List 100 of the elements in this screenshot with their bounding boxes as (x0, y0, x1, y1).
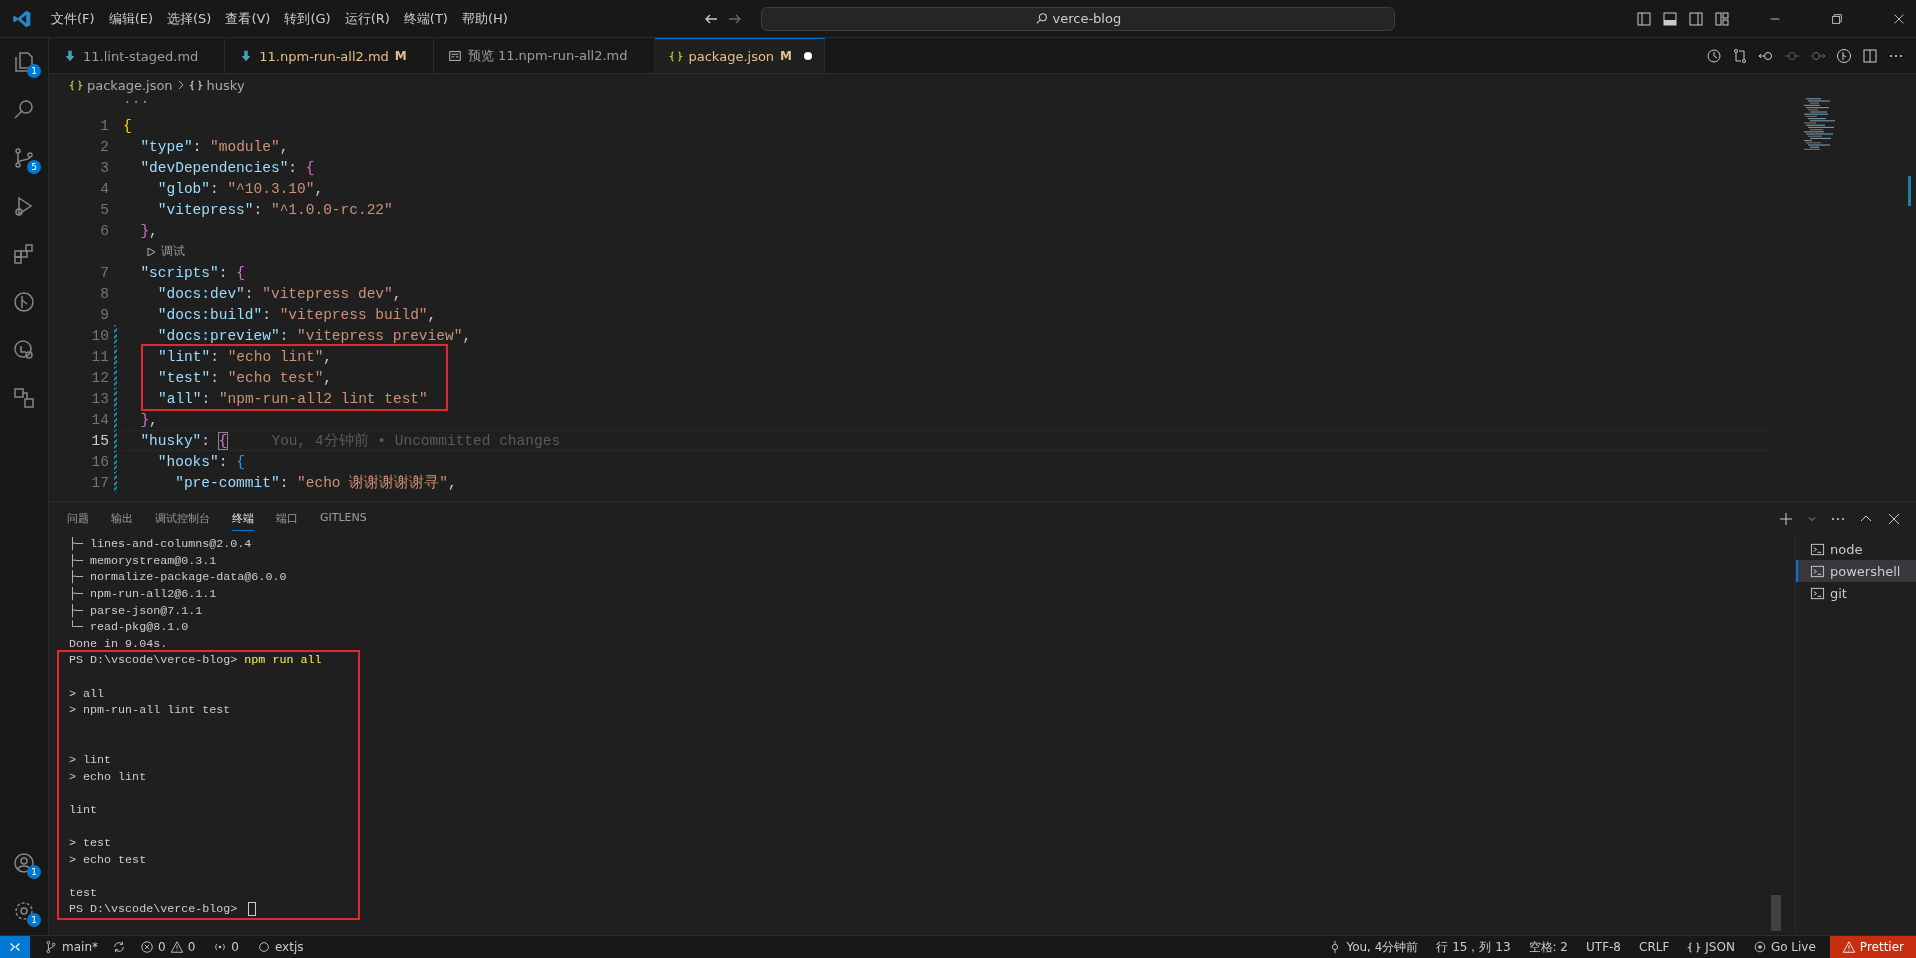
scm-icon[interactable] (12, 146, 36, 170)
line-number: 16 (91, 453, 109, 470)
terminal-line: └─ read-pkg@8.1.0 (69, 620, 189, 635)
terminal-line: lint (69, 802, 98, 817)
status-item[interactable]: 行 15，列 13 (1432, 936, 1515, 958)
terminal-prompt: PS D:\vscode\verce-blog> npm run all (69, 653, 322, 668)
menu-item[interactable]: 编辑(E) (101, 9, 160, 28)
code-line: "docs:build": "vitepress build", (156, 306, 437, 323)
status-item[interactable]: Go Live (1748, 936, 1820, 958)
terminal-line: ├─ lines-and-columns@2.0.4 (69, 537, 252, 552)
debug-codelens[interactable]: 调试 (123, 243, 185, 260)
history-icon[interactable] (1706, 47, 1722, 64)
panel-tab[interactable]: 输出 (111, 507, 133, 531)
status-item[interactable]: UTF-8 (1582, 936, 1625, 958)
branch-icon (44, 940, 58, 954)
terminal-list-item[interactable]: node (1796, 538, 1916, 560)
code-line: }, (139, 222, 158, 239)
containers-icon[interactable] (12, 386, 36, 410)
status-item[interactable]: 空格: 2 (1524, 936, 1572, 958)
add-terminal-icon[interactable] (1778, 511, 1794, 527)
settings-icon[interactable] (12, 899, 36, 923)
extension-status[interactable]: extjs (252, 936, 308, 958)
editor-tab[interactable]: 预览 11.npm-run-all2.md (433, 38, 655, 73)
menu-item[interactable]: 选择(S) (160, 9, 219, 28)
menu-item[interactable]: 转到(G) (277, 9, 338, 28)
panel-tab[interactable]: 终端 (232, 507, 254, 531)
status-item[interactable]: You, 4分钟前 (1324, 936, 1423, 958)
problems-status[interactable]: 0 0 (136, 936, 200, 958)
terminal-prompt: PS D:\vscode\verce-blog> (69, 902, 257, 917)
breadcrumb-item[interactable]: package.json (87, 77, 173, 93)
line-number: 10 (91, 327, 109, 344)
editor-tab[interactable]: 11.lint-staged.md (49, 38, 226, 73)
terminal-line: > echo test (69, 852, 147, 867)
search-icon (1034, 11, 1049, 26)
explorer-icon[interactable] (12, 50, 36, 74)
count-badge: 5 (27, 160, 41, 174)
terminal-line: > echo lint (69, 769, 147, 784)
terminal-line: ├─ normalize-package-data@6.0.0 (69, 570, 287, 585)
editor-tab[interactable]: 11.npm-run-all2.md M (225, 38, 434, 73)
terminal-line: > all (69, 686, 105, 701)
menu-item[interactable]: 帮助(H) (454, 9, 515, 28)
sync-icon[interactable] (112, 940, 126, 954)
line-number: 15 (91, 432, 109, 449)
close-icon[interactable] (1886, 511, 1902, 527)
menu-item[interactable]: 文件(F) (44, 9, 102, 28)
terminal-icon (1810, 585, 1825, 601)
preview-icon (447, 49, 462, 63)
split-editor-icon[interactable] (1862, 47, 1878, 64)
account-icon[interactable] (12, 851, 36, 875)
panel-tab[interactable]: GITLENS (320, 507, 367, 531)
editor-tab[interactable]: package.json M (654, 38, 826, 73)
terminal-line: test (69, 885, 98, 900)
panel-tab[interactable]: 问题 (67, 507, 89, 531)
panel-tab[interactable]: 调试控制台 (155, 507, 210, 531)
panel-tab[interactable]: 端口 (276, 507, 298, 531)
extensions-icon[interactable] (12, 242, 36, 266)
branch-status[interactable]: main* (40, 936, 102, 958)
code-line: "type": "module", (139, 138, 289, 155)
code-line: "scripts": { (139, 264, 245, 281)
warning-icon (1841, 940, 1856, 954)
code-line: "all": "npm-run-all2 lint test" (158, 390, 428, 407)
compare-changes-icon[interactable] (1732, 47, 1748, 64)
terminal-list-item[interactable]: powershell (1796, 560, 1916, 582)
terminal-line: ├─ npm-run-all2@6.1.1 (69, 587, 217, 602)
blame-annotation: You, 4分钟前 • Uncommitted changes (271, 431, 561, 450)
line-number: 9 (100, 306, 109, 323)
scrollbar-thumb[interactable] (1771, 895, 1781, 931)
branch-circle-icon[interactable] (1836, 47, 1852, 64)
sidebar-layout-icon[interactable] (1636, 10, 1652, 27)
code-line: "lint": "echo lint", (158, 348, 333, 365)
terminal-list-item[interactable]: git (1796, 582, 1916, 604)
status-item[interactable]: Prettier (1829, 936, 1916, 958)
broadcast-icon (1752, 940, 1767, 954)
scroll-marker (1908, 176, 1911, 206)
ports-status[interactable]: 0 (209, 936, 243, 958)
status-item[interactable]: CRLF (1635, 936, 1674, 958)
command-center[interactable]: verce-blog (760, 6, 1395, 31)
folded-marker: ··· (123, 96, 150, 110)
menu-item[interactable]: 终端(T) (396, 9, 455, 28)
braces-icon (1687, 941, 1702, 953)
restore-icon[interactable] (1830, 11, 1844, 26)
line-number: 5 (100, 201, 109, 218)
menu-item[interactable]: 运行(R) (337, 9, 397, 28)
code-line: "hooks": { (156, 453, 245, 470)
code-line: }, (139, 411, 158, 428)
code-line: "vitepress": "^1.0.0-rc.22" (156, 201, 393, 218)
code-line: "docs:preview": "vitepress preview", (156, 327, 472, 344)
layout-grid-icon[interactable] (1714, 10, 1730, 27)
warning-icon (169, 940, 184, 954)
terminal-line: > test (69, 836, 112, 850)
play-icon (145, 245, 157, 258)
status-item[interactable]: JSON (1683, 936, 1739, 958)
code-line: "test": "echo test", (158, 369, 333, 386)
menu-item[interactable]: 查看(V) (218, 9, 278, 28)
breadcrumb-item[interactable]: husky (206, 77, 245, 93)
line-number: 13 (91, 390, 109, 407)
panel-layout-icon[interactable] (1662, 10, 1678, 27)
line-number: 1 (100, 117, 109, 134)
braces-icon (188, 79, 203, 91)
secondary-sidebar-icon[interactable] (1688, 10, 1704, 27)
